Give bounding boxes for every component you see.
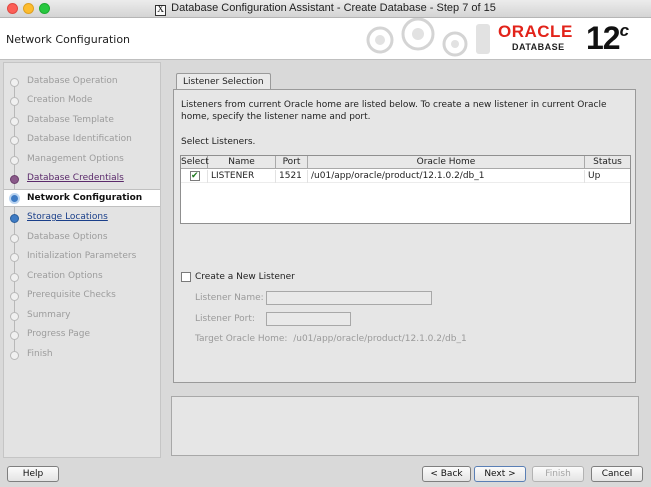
listeners-table-header: Select Name Port Oracle Home Status bbox=[181, 156, 630, 169]
column-header-name[interactable]: Name bbox=[208, 156, 276, 169]
step-dot-icon bbox=[10, 156, 19, 165]
target-oracle-home-label: Target Oracle Home: /u01/app/oracle/prod… bbox=[195, 334, 467, 344]
nav-step-prerequisite-checks: Prerequisite Checks bbox=[4, 287, 160, 305]
listener-selection-panel: Listeners from current Oracle home are l… bbox=[173, 89, 636, 383]
nav-step-database-options: Database Options bbox=[4, 229, 160, 247]
step-dot-icon bbox=[10, 292, 19, 301]
create-new-listener-checkbox[interactable] bbox=[181, 272, 191, 282]
window-title: Database Configuration Assistant - Creat… bbox=[171, 2, 496, 14]
nav-step-database-operation: Database Operation bbox=[4, 73, 160, 91]
listener-description: Listeners from current Oracle home are l… bbox=[181, 100, 607, 122]
nav-step-network-configuration[interactable]: Network Configuration bbox=[4, 189, 160, 207]
current-step-icon bbox=[9, 193, 20, 204]
listener-name-label: Listener Name: bbox=[195, 293, 264, 303]
back-button[interactable]: < Back bbox=[422, 466, 471, 482]
oracle-logo: ORACLE DATABASE bbox=[498, 22, 573, 52]
nav-step-summary: Summary bbox=[4, 307, 160, 325]
listener-port-label: Listener Port: bbox=[195, 314, 255, 324]
step-dot-icon bbox=[10, 234, 19, 243]
step-dot-icon bbox=[10, 117, 19, 126]
message-area bbox=[171, 396, 639, 456]
step-dot-icon bbox=[10, 214, 19, 223]
tab-listener-selection[interactable]: Listener Selection bbox=[176, 73, 271, 90]
listener-select-checkbox[interactable] bbox=[190, 170, 200, 182]
select-listeners-label: Select Listeners. bbox=[181, 137, 256, 147]
column-header-status[interactable]: Status bbox=[585, 156, 630, 169]
listener-port-input[interactable] bbox=[266, 312, 351, 326]
listener-name-cell: LISTENER bbox=[208, 170, 276, 183]
step-dot-icon bbox=[10, 136, 19, 145]
page-header: Network Configuration ORACLE DATABASE 12… bbox=[0, 18, 651, 60]
create-new-listener-label: Create a New Listener bbox=[195, 272, 295, 282]
nav-step-creation-options: Creation Options bbox=[4, 268, 160, 286]
main-content: Listener Selection Listeners from curren… bbox=[165, 62, 645, 392]
step-dot-icon bbox=[10, 175, 19, 184]
nav-step-management-options: Management Options bbox=[4, 151, 160, 169]
nav-step-database-credentials[interactable]: Database Credentials bbox=[4, 170, 160, 188]
step-dot-icon bbox=[10, 331, 19, 340]
step-dot-icon bbox=[10, 78, 19, 87]
column-header-oracle-home[interactable]: Oracle Home bbox=[308, 156, 585, 169]
step-navigation: Database Operation Creation Mode Databas… bbox=[3, 62, 161, 458]
nav-step-creation-mode: Creation Mode bbox=[4, 92, 160, 110]
version-logo: 12c bbox=[586, 20, 629, 56]
target-oracle-home-value: /u01/app/oracle/product/12.1.0.2/db_1 bbox=[293, 334, 467, 344]
finish-button[interactable]: Finish bbox=[532, 466, 584, 482]
x11-icon: X bbox=[155, 5, 167, 16]
nav-step-progress-page: Progress Page bbox=[4, 326, 160, 344]
listener-home-cell: /u01/app/oracle/product/12.1.0.2/db_1 bbox=[308, 170, 585, 183]
nav-step-database-identification: Database Identification bbox=[4, 131, 160, 149]
nav-step-database-template: Database Template bbox=[4, 112, 160, 130]
step-dot-icon bbox=[10, 273, 19, 282]
cancel-button[interactable]: Cancel bbox=[591, 466, 643, 482]
listener-status-cell: Up bbox=[588, 171, 601, 181]
listeners-table: Select Name Port Oracle Home Status LIST… bbox=[180, 155, 631, 224]
step-dot-icon bbox=[10, 312, 19, 321]
column-header-select[interactable]: Select bbox=[181, 156, 209, 169]
help-button[interactable]: Help bbox=[7, 466, 59, 482]
step-dot-icon bbox=[10, 351, 19, 360]
listener-name-input[interactable] bbox=[266, 291, 432, 305]
column-header-port[interactable]: Port bbox=[276, 156, 308, 169]
title-bar: X Database Configuration Assistant - Crea… bbox=[0, 0, 651, 18]
listener-port-cell: 1521 bbox=[276, 170, 308, 183]
gears-icon bbox=[366, 18, 490, 57]
nav-step-finish: Finish bbox=[4, 346, 160, 364]
page-title: Network Configuration bbox=[6, 33, 131, 46]
step-dot-icon bbox=[10, 97, 19, 106]
step-dot-icon bbox=[10, 253, 19, 262]
nav-step-storage-locations[interactable]: Storage Locations bbox=[4, 209, 160, 227]
nav-step-initialization-parameters: Initialization Parameters bbox=[4, 248, 160, 266]
next-button[interactable]: Next > bbox=[474, 466, 526, 482]
table-row[interactable]: LISTENER 1521 /u01/app/oracle/product/12… bbox=[181, 170, 630, 183]
